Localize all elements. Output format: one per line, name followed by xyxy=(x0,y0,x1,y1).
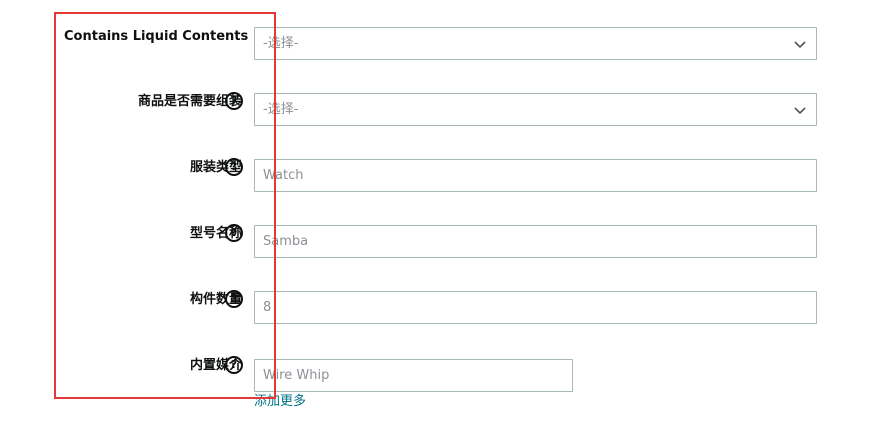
select-contains-liquid-contents[interactable]: -选择- xyxy=(254,27,817,60)
chevron-down-icon xyxy=(794,41,806,49)
select-requires-assembly[interactable]: -选择- xyxy=(254,93,817,126)
select-value: -选择- xyxy=(263,102,299,117)
input-placeholder: Watch xyxy=(263,168,304,183)
help-icon[interactable]: ? xyxy=(225,158,243,176)
input-number-of-pieces[interactable]: 8 xyxy=(254,291,817,324)
select-value: -选择- xyxy=(263,36,299,51)
help-icon[interactable]: ? xyxy=(225,356,243,374)
help-icon[interactable]: ? xyxy=(225,92,243,110)
highlight-box xyxy=(54,12,276,399)
chevron-down-icon xyxy=(794,107,806,115)
input-placeholder: 8 xyxy=(263,300,272,315)
input-placeholder: Wire Whip xyxy=(263,368,330,383)
help-icon[interactable]: ? xyxy=(225,224,243,242)
label-contains-liquid-contents: Contains Liquid Contents xyxy=(64,29,249,44)
help-icon[interactable]: ? xyxy=(225,290,243,308)
add-more-link[interactable]: 添加更多 xyxy=(254,394,306,410)
input-included-media[interactable]: Wire Whip xyxy=(254,359,573,392)
input-placeholder: Samba xyxy=(263,234,309,249)
input-apparel-type[interactable]: Watch xyxy=(254,159,817,192)
input-model-name[interactable]: Samba xyxy=(254,225,817,258)
